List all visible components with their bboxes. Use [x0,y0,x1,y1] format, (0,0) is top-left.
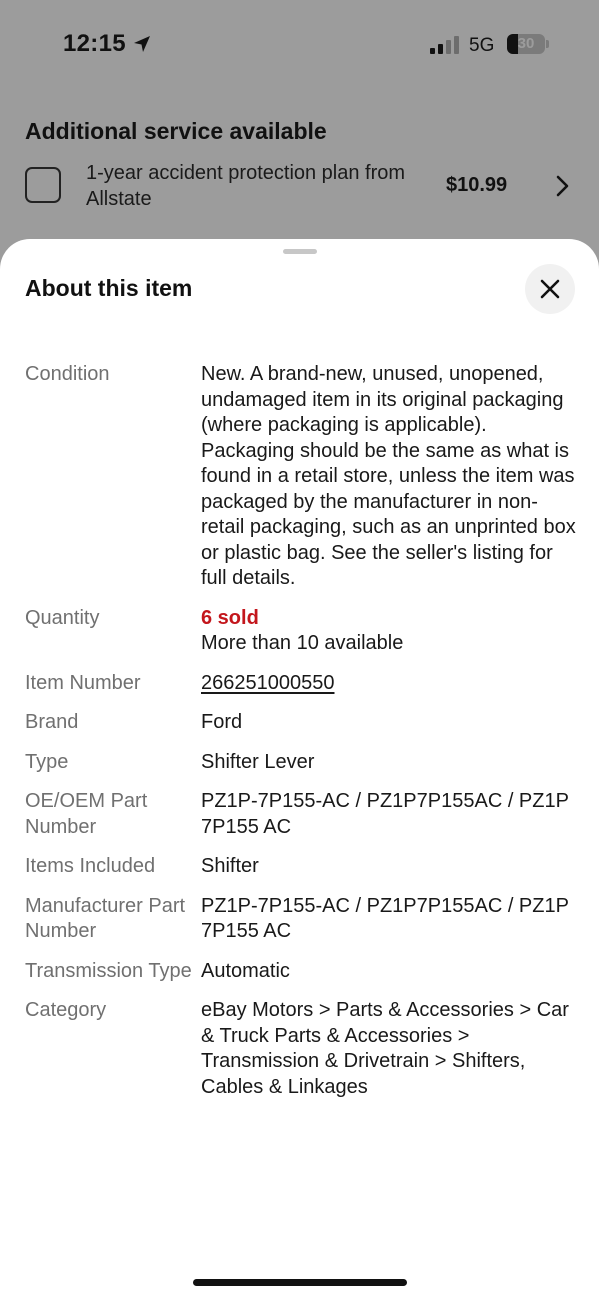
detail-label: OE/OEM Part Number [25,790,148,838]
detail-label: Category [25,999,107,1021]
detail-value: Ford [201,711,243,733]
detail-row-oe-oem: OE/OEM Part Number PZ1P-7P155-AC / PZ1P7… [25,789,585,840]
item-number-link[interactable]: 266251000550 [201,672,334,694]
detail-row-condition: Condition New. A brand-new, unused, unop… [25,362,585,592]
sold-count: 6 sold [201,606,259,629]
sheet-grabber[interactable] [283,249,317,254]
detail-row-manufacturer-part: Manufacturer Part Number PZ1P-7P155-AC /… [25,894,585,945]
detail-row-item-number: Item Number 266251000550 [25,671,585,697]
detail-row-type: Type Shifter Lever [25,750,585,776]
item-specifics: Condition New. A brand-new, unused, unop… [25,362,585,1114]
detail-label: Items Included [25,855,156,877]
available-count: More than 10 available [201,632,404,654]
detail-value: PZ1P-7P155-AC / PZ1P7P155AC / PZ1P 7P155… [201,790,569,838]
detail-label: Type [25,750,69,773]
detail-value: Shifter Lever [201,750,315,773]
close-button[interactable] [525,264,575,314]
protection-plan-checkbox[interactable] [25,167,61,203]
home-indicator[interactable] [193,1279,407,1286]
service-title: Additional service available [25,118,327,144]
battery-icon: 30 [507,34,549,54]
cellular-signal-icon [430,36,459,54]
detail-row-brand: Brand Ford [25,710,585,736]
status-time: 12:15 [63,30,126,57]
chevron-right-icon[interactable] [552,174,574,198]
close-icon [540,279,560,299]
detail-label: Quantity [25,606,100,629]
detail-value: 6 sold More than 10 available [201,606,581,657]
detail-value: PZ1P-7P155-AC / PZ1P7P155AC / PZ1P 7P155… [201,894,569,943]
about-item-sheet: About this item Condition New. A brand-n… [0,239,599,1300]
detail-label: Transmission Type [25,959,192,982]
battery-level: 30 [517,35,535,52]
detail-row-category: Category eBay Motors > Parts & Accessori… [25,998,585,1100]
detail-label: Brand [25,711,79,733]
protection-plan-price: $10.99 [446,174,508,196]
category-breadcrumb: eBay Motors > Parts & Accessories > Car … [201,999,569,1098]
status-bar: 12:15 5G 30 [0,0,599,90]
protection-plan-label[interactable]: 1-year accident protection plan from All… [86,160,416,212]
network-type: 5G [469,35,495,56]
detail-label: Manufacturer Part Number [25,894,186,943]
detail-row-quantity: Quantity 6 sold More than 10 available [25,606,585,657]
location-arrow-icon [134,36,150,52]
detail-label: Item Number [25,671,141,694]
sheet-title: About this item [25,275,193,301]
detail-row-transmission-type: Transmission Type Automatic [25,959,585,985]
detail-row-items-included: Items Included Shifter [25,854,585,880]
detail-label: Condition [25,363,110,385]
detail-value: Automatic [201,959,290,982]
detail-value: Shifter [201,855,259,877]
detail-value: New. A brand-new, unused, unopened, unda… [201,363,576,589]
